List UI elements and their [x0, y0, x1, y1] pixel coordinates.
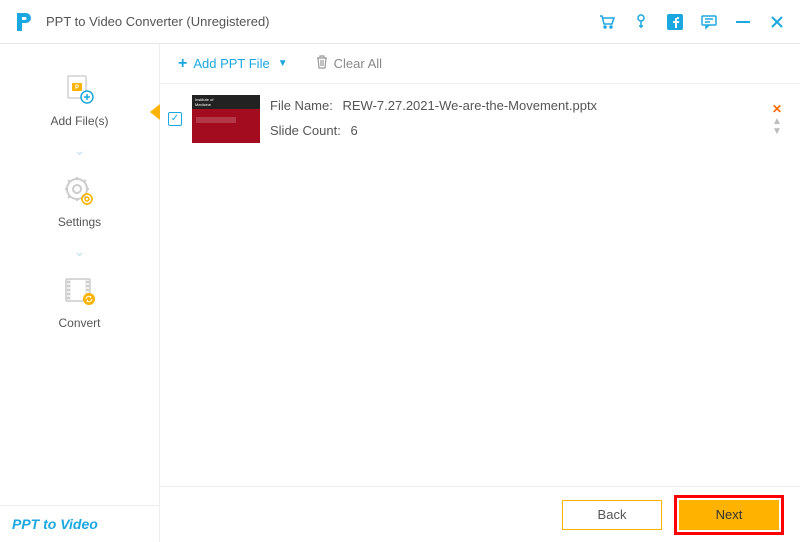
sidebar-label-add-files: Add File(s) — [50, 114, 108, 128]
minimize-icon[interactable] — [734, 13, 752, 31]
file-checkbox[interactable]: ✓ — [168, 112, 182, 126]
next-button[interactable]: Next — [679, 500, 779, 530]
svg-text:P: P — [75, 85, 79, 91]
toolbar: + Add PPT File ▼ Clear All — [160, 44, 800, 84]
next-button-highlight: Next — [674, 495, 784, 535]
file-name-value: REW-7.27.2021-We-are-the-Movement.pptx — [342, 98, 597, 113]
facebook-icon[interactable] — [666, 13, 684, 31]
cart-icon[interactable] — [598, 13, 616, 31]
chevron-down-icon: ⌄ — [74, 243, 86, 260]
file-list: ✓ Institute ofMedicine File Name: REW-7.… — [160, 84, 800, 486]
chevron-down-icon: ⌄ — [74, 142, 86, 159]
slide-count-value: 6 — [350, 123, 357, 138]
window-title: PPT to Video Converter (Unregistered) — [46, 14, 598, 29]
add-ppt-label: Add PPT File — [193, 56, 269, 71]
file-info: File Name: REW-7.27.2021-We-are-the-Move… — [270, 94, 762, 143]
sidebar-label-settings: Settings — [58, 215, 101, 229]
back-button[interactable]: Back — [562, 500, 662, 530]
file-name-label: File Name: — [270, 98, 333, 113]
sidebar-item-settings[interactable]: Settings — [58, 173, 101, 229]
sidebar-item-convert[interactable]: Convert — [58, 274, 100, 330]
file-thumbnail[interactable]: Institute ofMedicine — [192, 95, 260, 143]
move-down-icon[interactable]: ▼ — [772, 128, 782, 136]
clear-all-button[interactable]: Clear All — [316, 55, 382, 72]
clear-all-label: Clear All — [334, 56, 382, 71]
move-up-icon[interactable]: ▲ — [772, 118, 782, 126]
active-step-indicator — [150, 104, 160, 120]
add-files-icon: P — [61, 72, 97, 108]
remove-file-icon[interactable]: ✕ — [772, 102, 782, 116]
brand-footer: PPT to Video — [0, 505, 160, 542]
titlebar: PPT to Video Converter (Unregistered) — [0, 0, 800, 44]
sidebar-label-convert: Convert — [58, 316, 100, 330]
main-area: P Add File(s) ⌄ Settings ⌄ Convert PPT t… — [0, 44, 800, 542]
file-row: ✓ Institute ofMedicine File Name: REW-7.… — [160, 84, 800, 153]
slide-count-label: Slide Count: — [270, 123, 341, 138]
key-icon[interactable] — [632, 13, 650, 31]
sidebar-item-add-files[interactable]: P Add File(s) — [50, 72, 108, 128]
app-logo-icon — [14, 11, 36, 33]
feedback-icon[interactable] — [700, 13, 718, 31]
row-actions: ✕ ▲ ▼ — [772, 102, 782, 136]
content-area: + Add PPT File ▼ Clear All ✓ Institute o… — [160, 44, 800, 542]
convert-icon — [62, 274, 98, 310]
add-ppt-file-button[interactable]: + Add PPT File ▼ — [178, 55, 288, 73]
titlebar-actions — [598, 13, 786, 31]
plus-icon: + — [178, 55, 187, 73]
dropdown-arrow-icon: ▼ — [278, 58, 288, 69]
settings-icon — [61, 173, 97, 209]
trash-icon — [316, 55, 328, 72]
sidebar: P Add File(s) ⌄ Settings ⌄ Convert PPT t… — [0, 44, 160, 542]
footer-bar: Back Next — [160, 486, 800, 542]
close-icon[interactable] — [768, 13, 786, 31]
